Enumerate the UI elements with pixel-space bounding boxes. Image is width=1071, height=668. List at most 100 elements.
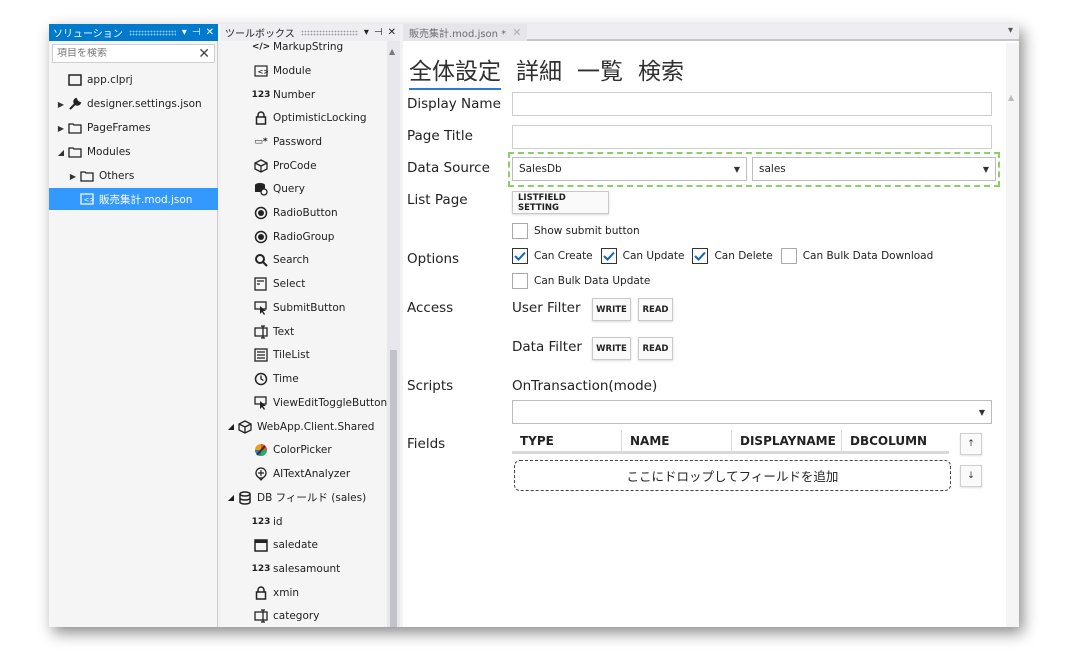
toolbox-item-query[interactable]: Query xyxy=(253,177,305,200)
tab-details[interactable]: 詳細 xyxy=(516,52,562,90)
toolbox-panel: ツールボックス ▾ ⊣ ✕ </> MarkupString <> Module 1… xyxy=(221,24,400,627)
toolbox-item-label: Query xyxy=(273,182,305,195)
can-create-checkbox[interactable] xyxy=(512,248,528,264)
panel-grip[interactable] xyxy=(128,29,176,36)
toolbox-title-bar[interactable]: ツールボックス ▾ ⊣ ✕ xyxy=(221,24,400,41)
show-submit-checkbox[interactable] xyxy=(512,223,528,239)
dropdown-icon[interactable]: ▾ xyxy=(182,27,187,38)
tree-item-pageframes[interactable]: ▶ PageFrames xyxy=(49,117,218,139)
module-icon: <> xyxy=(253,64,269,77)
editor-tab-bar: 販売集計.mod.json * ✕ ▾ xyxy=(403,24,1019,41)
toolbox-item-radiobutton[interactable]: RadioButton xyxy=(253,201,338,224)
close-tab-icon[interactable]: ✕ xyxy=(512,26,521,39)
editor-scrollbar[interactable]: ▲ xyxy=(1006,43,1019,627)
toolbox-scrollbar[interactable]: ▲ xyxy=(387,41,400,627)
toolbox-item-time[interactable]: Time xyxy=(253,367,299,390)
settings-tabs: 全体設定 詳細 一覧 検索 xyxy=(409,52,684,90)
clear-search-icon[interactable]: ✕ xyxy=(198,46,210,62)
page-title-input[interactable] xyxy=(512,125,992,149)
dropdown-icon[interactable]: ▾ xyxy=(364,27,369,38)
chevron-down-icon: ▼ xyxy=(733,164,740,174)
panel-grip[interactable] xyxy=(300,29,358,36)
move-up-button[interactable]: ↑ xyxy=(960,433,982,455)
toolbox-field-id[interactable]: 123 id xyxy=(252,510,283,533)
column-header-displayname[interactable]: DISPLAYNAME xyxy=(732,430,842,451)
solution-explorer-title-bar[interactable]: ソリューション ▾ ⊣ ✕ xyxy=(49,24,218,41)
user-filter-read-button[interactable]: READ xyxy=(638,298,673,321)
toolbox-item-label: Search xyxy=(273,253,310,266)
data-source-table-select[interactable]: sales ▼ xyxy=(752,157,996,181)
pin-icon[interactable]: ⊣ xyxy=(192,27,201,38)
tree-item-modules[interactable]: ◢ Modules xyxy=(49,141,218,163)
tree-item-app-clprj[interactable]: app.clprj xyxy=(49,69,218,91)
data-filter-read-button[interactable]: READ xyxy=(638,337,673,360)
toolbox-group-db-fields[interactable]: ◢ DB フィールド (sales) xyxy=(225,486,366,509)
listfield-setting-button[interactable]: LISTFIELD SETTING xyxy=(512,191,609,214)
toolbox-item-submitbutton[interactable]: SubmitButton xyxy=(253,296,345,319)
toolbox-item-aitextanalyzer[interactable]: AITextAnalyzer xyxy=(253,462,350,485)
svg-text:<>: <> xyxy=(84,196,95,204)
can-bulk-download-checkbox[interactable] xyxy=(780,248,797,264)
can-delete-checkbox[interactable] xyxy=(692,248,709,264)
tab-list[interactable]: 一覧 xyxy=(577,52,623,90)
display-name-label: Display Name xyxy=(407,96,501,112)
toolbox-item-markupstring[interactable]: </> MarkupString xyxy=(252,41,343,58)
toolbox-item-module[interactable]: <> Module xyxy=(253,59,311,82)
toolbox-item-radiogroup[interactable]: RadioGroup xyxy=(253,225,334,248)
bulk-update-row: Can Bulk Data Update xyxy=(512,273,658,289)
collapse-arrow-icon[interactable]: ◢ xyxy=(225,422,237,431)
wrench-icon xyxy=(67,97,83,111)
can-bulk-update-checkbox[interactable] xyxy=(512,273,528,289)
tab-general-settings[interactable]: 全体設定 xyxy=(409,52,501,90)
toolbox-item-procode[interactable]: ProCode xyxy=(253,154,317,177)
tree-item-designer-settings[interactable]: ▶ designer.settings.json xyxy=(49,93,218,115)
toolbox-field-salesamount[interactable]: 123 salesamount xyxy=(252,557,341,580)
collapse-arrow-icon[interactable]: ◢ xyxy=(225,493,237,502)
expand-arrow-icon[interactable]: ▶ xyxy=(55,100,67,109)
data-source-db-select[interactable]: SalesDb ▼ xyxy=(512,157,747,181)
toolbox-item-select[interactable]: Select xyxy=(253,272,305,295)
editor-tab-sales-module[interactable]: 販売集計.mod.json * ✕ xyxy=(403,24,528,41)
scroll-up-icon[interactable]: ▲ xyxy=(389,47,395,56)
solution-search-input[interactable] xyxy=(57,48,199,59)
toolbox-field-category[interactable]: category xyxy=(253,604,319,627)
toolbox-title: ツールボックス xyxy=(225,29,295,40)
toolbox-item-optimisticlocking[interactable]: OptimisticLocking xyxy=(253,106,367,129)
tab-search[interactable]: 検索 xyxy=(638,52,684,90)
display-name-input[interactable] xyxy=(512,92,992,116)
toolbox-item-label: SubmitButton xyxy=(273,301,346,314)
toolbox-item-password[interactable]: ▭* Password xyxy=(253,130,322,153)
data-filter-write-button[interactable]: WRITE xyxy=(592,337,631,360)
expand-arrow-icon[interactable]: ▶ xyxy=(55,124,67,133)
expand-arrow-icon[interactable]: ▶ xyxy=(67,172,79,181)
user-filter-label: User Filter xyxy=(512,300,581,316)
column-header-name[interactable]: NAME xyxy=(622,430,732,451)
toolbox-field-saledate[interactable]: saledate xyxy=(253,533,318,556)
toolbox-item-number[interactable]: 123 Number xyxy=(252,83,316,106)
toolbox-item-search[interactable]: Search xyxy=(253,248,309,271)
tree-item-others[interactable]: ▶ Others xyxy=(49,165,218,187)
scripts-select[interactable]: ▼ xyxy=(512,400,992,424)
field-drop-zone[interactable]: ここにドロップしてフィールドを追加 xyxy=(514,460,951,491)
toolbox-item-text[interactable]: Text xyxy=(253,320,294,343)
collapse-arrow-icon[interactable]: ◢ xyxy=(55,148,67,157)
toolbox-item-colorpicker[interactable]: ColorPicker xyxy=(253,438,332,461)
close-icon[interactable]: ✕ xyxy=(388,27,396,38)
toolbox-item-viewedittogglebutton[interactable]: ViewEditToggleButton xyxy=(253,391,387,414)
close-icon[interactable]: ✕ xyxy=(206,27,214,38)
toolbox-group-webapp-client-shared[interactable]: ◢ WebApp.Client.Shared xyxy=(225,415,374,438)
toolbox-field-xmin[interactable]: xmin xyxy=(253,581,299,604)
can-update-checkbox[interactable] xyxy=(600,248,617,264)
column-header-dbcolumn[interactable]: DBCOLUMN xyxy=(842,430,949,451)
list-page-label: List Page xyxy=(407,192,468,208)
move-down-button[interactable]: ↓ xyxy=(960,465,982,487)
toolbox-item-tilelist[interactable]: TileList xyxy=(253,343,310,366)
pin-icon[interactable]: ⊣ xyxy=(374,27,383,38)
tree-item-sales-module[interactable]: <> 販売集計.mod.json xyxy=(49,188,218,210)
scrollbar-thumb[interactable] xyxy=(390,350,397,627)
solution-search-box[interactable]: ✕ xyxy=(52,44,215,63)
tab-overflow-icon[interactable]: ▾ xyxy=(1008,25,1013,36)
column-header-type[interactable]: TYPE xyxy=(512,430,622,451)
scroll-up-icon[interactable]: ▲ xyxy=(1008,93,1014,102)
user-filter-write-button[interactable]: WRITE xyxy=(592,298,631,321)
